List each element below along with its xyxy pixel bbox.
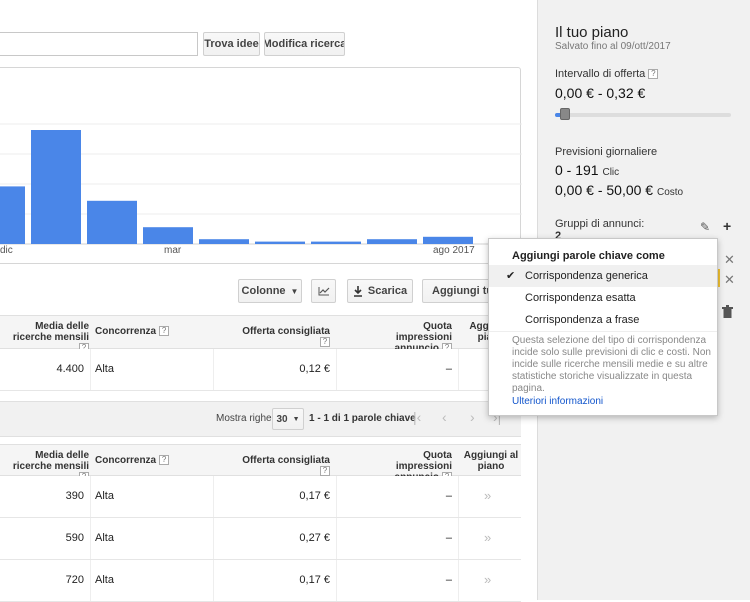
suggested-bid-cell: 0,17 € [299, 490, 330, 502]
x-tick-label: ago 2017 [433, 245, 475, 256]
download-icon [353, 285, 362, 297]
bid-slider-handle[interactable] [560, 108, 571, 120]
edit-icon[interactable]: ✎ [700, 220, 710, 234]
competition-cell: Alta [95, 363, 114, 375]
pagination-bar: Mostra righe: 30 ▼ 1 - 1 di 1 parole chia… [0, 401, 521, 437]
columns-label: Colonne [241, 285, 286, 297]
impression-share-cell: – [445, 363, 452, 375]
search-input[interactable] [0, 32, 198, 56]
find-ideas-button[interactable]: Trova idee [203, 32, 260, 56]
plan-saved-date: Salvato fino al 09/ott/2017 [555, 41, 671, 52]
forecast-label: Previsioni giornaliere [555, 146, 658, 158]
first-page-icon[interactable]: |‹ [413, 409, 421, 425]
bid-range-label: Intervallo di offerta? [555, 68, 659, 80]
x-tick-label: mar [164, 245, 182, 256]
close-icon[interactable]: ✕ [724, 252, 735, 268]
plan-title: Il tuo piano [555, 24, 629, 41]
table-row: 590 Alta 0,27 € – » [0, 518, 521, 560]
cost-value: 0,00 € - 50,00 € Costo [555, 182, 684, 198]
header-competition[interactable]: Concorrenza? [95, 326, 170, 337]
trash-icon[interactable] [722, 305, 733, 318]
suggested-bid-cell: 0,12 € [299, 363, 330, 375]
chart-bar[interactable] [423, 236, 473, 244]
chart-bar[interactable] [367, 239, 417, 244]
popup-description: Questa selezione del tipo di corrisponde… [512, 335, 711, 394]
line-chart-icon [318, 287, 329, 296]
match-option-phrase[interactable]: Corrispondenza a frase [489, 309, 717, 331]
table-row: 4.400 Alta 0,12 € – [0, 349, 521, 391]
competition-cell: Alta [95, 532, 114, 544]
search-volume-chart [0, 67, 522, 264]
ideas-table-header: Media delle ricerche mensili? Concorrenz… [0, 444, 521, 483]
x-tick-label: dic [0, 245, 13, 256]
match-option-broad[interactable]: ✔ Corrispondenza generica [489, 265, 717, 287]
bid-slider-track[interactable] [555, 108, 731, 120]
chevron-down-icon: ▼ [292, 415, 300, 423]
suggested-bid-cell: 0,17 € [299, 574, 330, 586]
competition-cell: Alta [95, 574, 114, 586]
chart-bar[interactable] [87, 200, 137, 244]
chart-bar[interactable] [31, 130, 81, 244]
next-page-icon[interactable]: › [470, 409, 475, 425]
table-header: Media delle ricerche mensili? Concorrenz… [0, 315, 521, 354]
add-all-button[interactable]: Aggiungi tutte [422, 279, 492, 303]
learn-more-link[interactable]: Ulteriori informazioni [512, 396, 603, 407]
popup-title: Aggiungi parole chiave come [512, 250, 665, 262]
columns-dropdown[interactable]: Colonne ▼ [238, 279, 302, 303]
chart-bar[interactable] [143, 227, 193, 244]
header-add-to-plan[interactable]: Aggiungi al piano [462, 450, 520, 472]
rows-per-page-select[interactable]: 30 ▼ [272, 408, 304, 430]
previous-page-icon[interactable]: ‹ [442, 409, 447, 425]
avg-searches-cell: 390 [65, 490, 84, 502]
help-icon[interactable]: ? [159, 326, 170, 337]
add-to-plan-icon[interactable]: » [484, 572, 491, 587]
check-icon: ✔ [506, 270, 516, 282]
suggested-bid-cell: 0,27 € [299, 532, 330, 544]
ad-groups-label: Gruppi di annunci: [555, 218, 645, 230]
avg-searches-cell: 590 [65, 532, 84, 544]
help-icon[interactable]: ? [320, 337, 330, 348]
chart-toggle-button[interactable] [311, 279, 336, 303]
rows-label: Mostra righe: [216, 413, 275, 424]
avg-searches-cell: 4.400 [56, 363, 84, 375]
chart-bar[interactable] [311, 241, 361, 244]
chart-bar[interactable] [0, 186, 25, 244]
download-button[interactable]: Scarica [347, 279, 413, 303]
header-competition[interactable]: Concorrenza? [95, 455, 170, 466]
add-to-plan-icon[interactable]: » [484, 530, 491, 545]
clicks-value: 0 - 191 Clic [555, 162, 620, 178]
impression-share-cell: – [445, 532, 452, 544]
chart-bar[interactable] [199, 239, 249, 244]
match-type-popup: Aggiungi parole chiave come ✔ Corrispond… [488, 238, 718, 416]
help-icon[interactable]: ? [320, 466, 330, 477]
competition-cell: Alta [95, 490, 114, 502]
table-toolbar: Colonne ▼ Scarica Aggiungi tutte [0, 265, 521, 315]
download-label: Scarica [367, 285, 408, 297]
match-option-exact[interactable]: Corrispondenza esatta [489, 287, 717, 309]
impression-share-cell: – [445, 574, 452, 586]
table-row: 720 Alta 0,17 € – » [0, 560, 521, 602]
header-suggested-bid[interactable]: Offerta consigliata? [238, 455, 330, 477]
table-row: 390 Alta 0,17 € – » [0, 476, 521, 518]
impression-share-cell: – [445, 490, 452, 502]
close-icon[interactable]: ✕ [724, 272, 735, 288]
help-icon[interactable]: ? [159, 455, 170, 466]
edit-search-button[interactable]: Modifica ricerca [264, 32, 345, 56]
chart-bar[interactable] [255, 241, 305, 244]
chart-canvas [0, 123, 522, 245]
bid-range-value: 0,00 € - 0,32 € [555, 85, 646, 101]
highlight-marker [718, 269, 720, 287]
header-suggested-bid[interactable]: Offerta consigliata? [238, 326, 330, 348]
add-icon[interactable]: + [723, 218, 731, 234]
add-to-plan-icon[interactable]: » [484, 488, 491, 503]
chevron-down-icon: ▼ [290, 286, 299, 296]
range-label: 1 - 1 di 1 parole chiave [309, 413, 416, 424]
avg-searches-cell: 720 [65, 574, 84, 586]
help-icon[interactable]: ? [648, 69, 659, 80]
